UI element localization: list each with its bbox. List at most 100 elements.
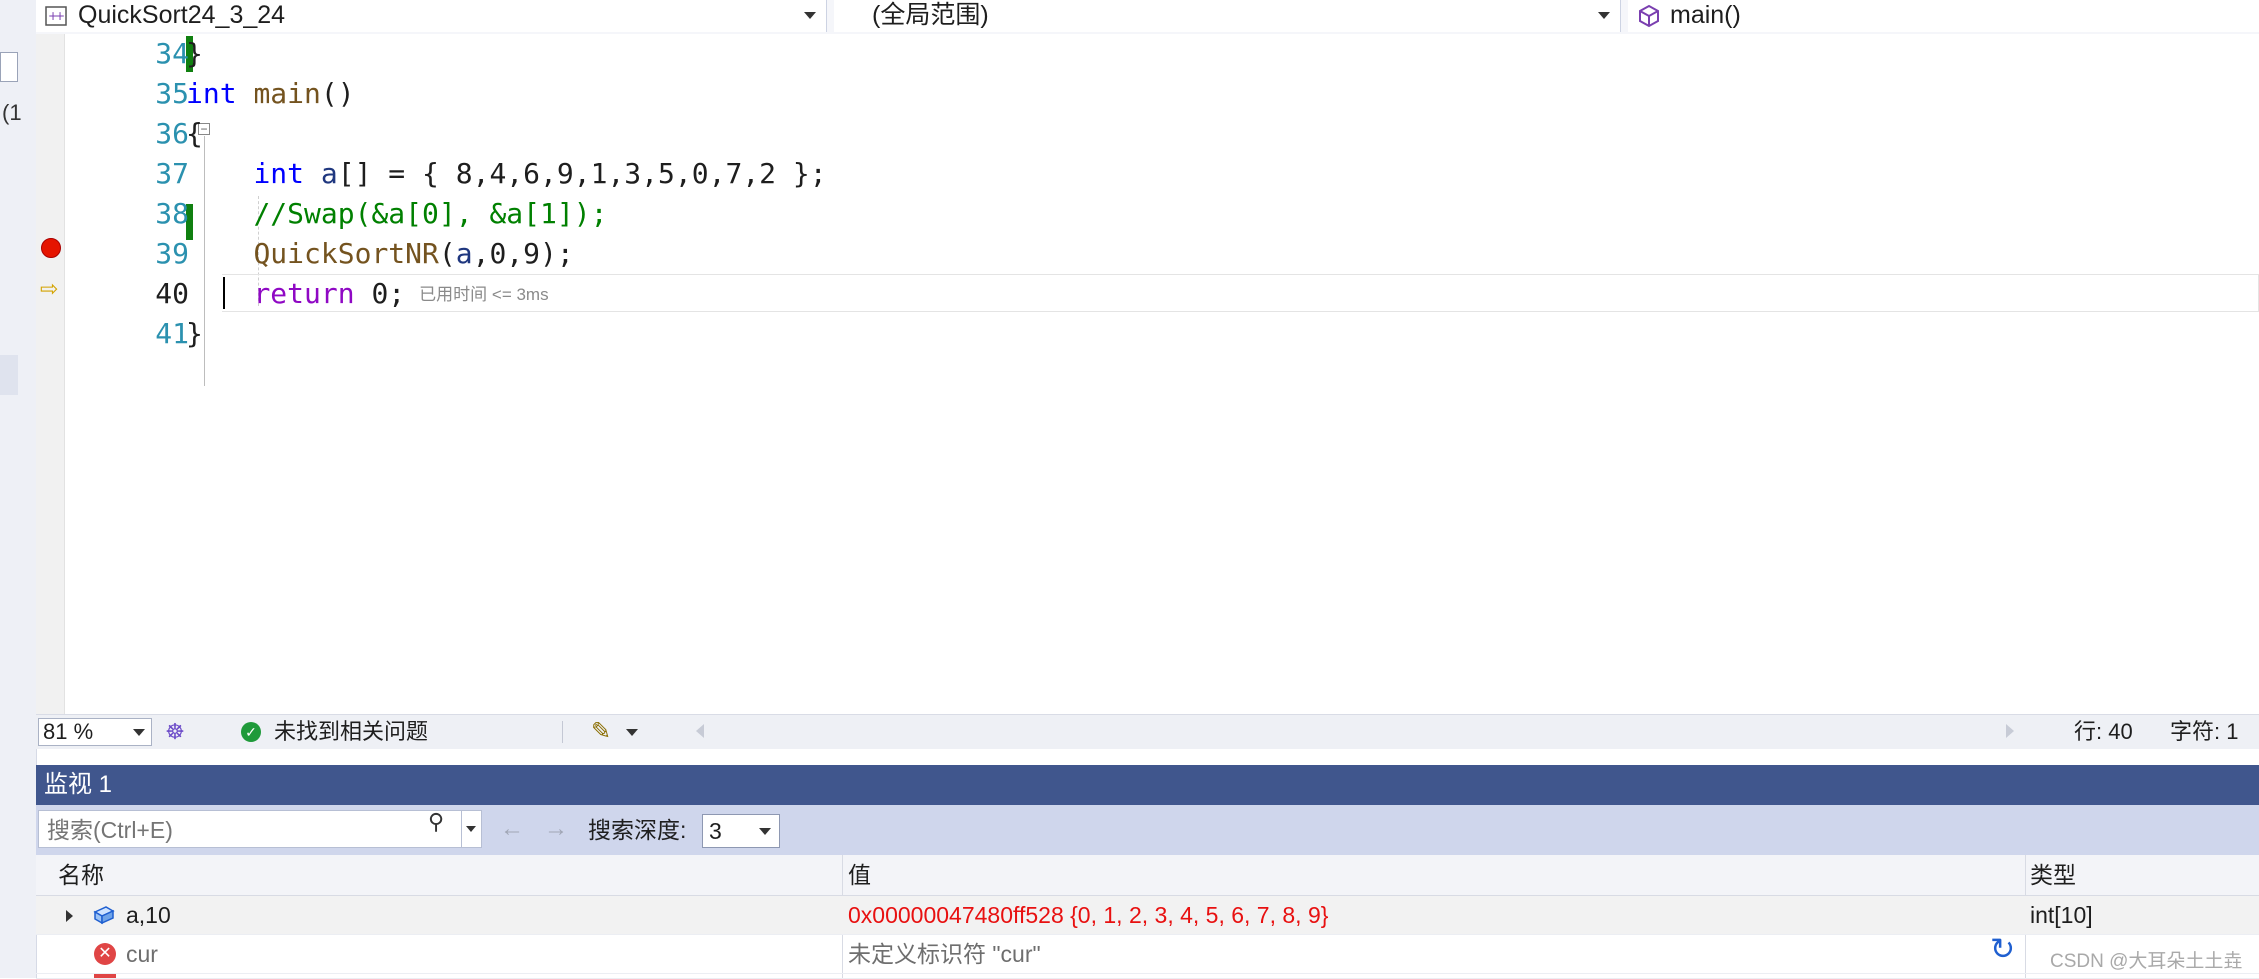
- code-token: [] = { 8,4,6,9,1,3,5,0,7,2 };: [337, 157, 827, 190]
- code-line[interactable]: 40 return 0; 已用时间 <= 3ms: [64, 274, 2259, 314]
- code-token: QuickSortNR: [253, 237, 439, 270]
- svg-text:+: +: [55, 9, 65, 23]
- code-line[interactable]: 34}: [64, 34, 2259, 74]
- watch-value[interactable]: 未定义标识符 "cur": [848, 935, 1041, 973]
- chevron-down-icon: [1598, 12, 1610, 19]
- code-token: int: [186, 77, 237, 110]
- code-text[interactable]: QuickSortNR(a,0,9);: [186, 234, 574, 274]
- code-line[interactable]: 37 int a[] = { 8,4,6,9,1,3,5,0,7,2 };: [64, 154, 2259, 194]
- line-number: 38: [155, 197, 189, 230]
- navigation-bar: + + QuickSort24_3_24 (全局范围) main(): [36, 0, 2259, 35]
- project-name: QuickSort24_3_24: [78, 1, 286, 29]
- variable-field-icon: [93, 906, 115, 925]
- scope-dropdown[interactable]: (全局范围): [834, 0, 1621, 32]
- code-token: }: [186, 37, 203, 70]
- code-token: a: [455, 237, 473, 270]
- code-line[interactable]: 36{: [64, 114, 2259, 154]
- zoom-dropdown[interactable]: 81 %: [38, 718, 152, 746]
- code-line[interactable]: 41}: [64, 314, 2259, 354]
- line-number: 40: [155, 277, 189, 310]
- issues-status[interactable]: 未找到相关问题: [274, 715, 428, 749]
- watch-search-input[interactable]: [45, 813, 389, 847]
- watch-row[interactable]: a,10 0x00000047480ff528 {0, 1, 2, 3, 4, …: [36, 896, 2259, 935]
- code-token: }: [186, 317, 203, 350]
- column-header-value[interactable]: 值: [848, 855, 871, 895]
- chevron-down-icon: [759, 828, 771, 835]
- chevron-down-icon: [804, 12, 816, 19]
- breakpoint-icon[interactable]: [41, 238, 61, 258]
- execution-pointer-icon: ⇨: [40, 276, 59, 301]
- search-depth-value: 3: [709, 818, 722, 844]
- watch-value[interactable]: 0x00000047480ff528 {0, 1, 2, 3, 4, 5, 6,…: [848, 896, 1328, 934]
- expand-arrow-icon[interactable]: [66, 910, 73, 922]
- code-token: {: [186, 117, 203, 150]
- divider: [562, 721, 563, 743]
- scroll-right-arrow-icon[interactable]: [2006, 724, 2014, 738]
- chevron-down-icon[interactable]: [626, 729, 638, 736]
- code-line[interactable]: 35 int main(): [64, 74, 2259, 114]
- search-depth-dropdown[interactable]: 3: [702, 814, 780, 848]
- chevron-down-icon: [133, 729, 145, 736]
- editor-status-bar: 81 % ☸ ✓ 未找到相关问题 ✎ 行: 40 字符: 1: [36, 714, 2259, 749]
- code-token: //Swap(&a[0], &a[1]);: [253, 197, 608, 230]
- code-token: (: [438, 237, 456, 270]
- code-line[interactable]: 39 QuickSortNR(a,0,9);: [64, 234, 2259, 274]
- code-token: a: [320, 157, 338, 190]
- code-line[interactable]: 38 //Swap(&a[0], &a[1]);: [64, 194, 2259, 234]
- code-text[interactable]: }: [186, 314, 203, 354]
- back-arrow-icon[interactable]: ←: [500, 815, 524, 843]
- error-icon: [94, 974, 116, 978]
- elapsed-time-hint: 已用时间 <= 3ms: [419, 285, 549, 304]
- watch-row[interactable]: ✕ cur 未定义标识符 "cur": [36, 935, 2259, 974]
- project-icon: + +: [45, 6, 67, 26]
- left-panel-strip: (1: [0, 0, 37, 978]
- left-panel-dropdown[interactable]: [0, 52, 18, 82]
- refresh-icon[interactable]: ↻: [1990, 935, 2015, 965]
- watch-name[interactable]: a,10: [126, 896, 171, 934]
- code-token: 0;: [354, 277, 406, 310]
- copilot-icon[interactable]: ☸: [162, 719, 188, 745]
- column-header-name[interactable]: 名称: [58, 855, 104, 895]
- code-cleanup-brush-icon[interactable]: ✎: [591, 717, 611, 747]
- function-dropdown[interactable]: main(): [1628, 0, 2259, 32]
- left-panel-selected-item[interactable]: [0, 355, 18, 395]
- column-header-type[interactable]: 类型: [2030, 855, 2076, 895]
- watch-search-box[interactable]: [38, 810, 462, 848]
- code-editor[interactable]: ⇨ − 34} 35 int main() 36{37 int a[] = { 8,4…: [36, 34, 2259, 714]
- watermark: CSDN @大耳朵土土垚: [2050, 951, 2243, 972]
- forward-arrow-icon[interactable]: →: [544, 815, 568, 843]
- scroll-left-arrow-icon[interactable]: [696, 724, 704, 738]
- chevron-down-icon: [466, 826, 476, 832]
- watch-name[interactable]: cur: [126, 935, 158, 973]
- search-icon[interactable]: ⚲: [428, 811, 450, 833]
- code-token: main: [253, 77, 321, 110]
- watch-panel-title: 监视 1: [44, 771, 113, 798]
- watch-row[interactable]: [36, 974, 2259, 979]
- code-text[interactable]: }: [186, 34, 203, 74]
- code-text[interactable]: {: [186, 114, 203, 154]
- code-text[interactable]: int main(): [186, 74, 355, 114]
- search-depth-label: 搜索深度:: [588, 817, 687, 843]
- watch-table-header: 名称 值 类型: [36, 855, 2259, 896]
- search-options-dropdown[interactable]: [462, 810, 482, 848]
- left-panel-fragment: (1: [2, 100, 22, 125]
- line-number: 36: [155, 117, 189, 150]
- code-text[interactable]: return 0; 已用时间 <= 3ms: [186, 274, 549, 315]
- function-name: main(): [1670, 1, 1741, 29]
- line-number: 34: [155, 37, 189, 70]
- code-text[interactable]: //Swap(&a[0], &a[1]);: [186, 194, 607, 234]
- code-token: ,0,9);: [472, 237, 574, 270]
- glyph-margin[interactable]: [36, 34, 65, 714]
- cube-method-icon: [1639, 4, 1659, 28]
- cursor-char-position: 字符: 1: [2170, 719, 2239, 744]
- cursor-line-position: 行: 40: [2074, 719, 2133, 744]
- code-token: return: [253, 277, 355, 310]
- watch-panel-title-bar[interactable]: 监视 1: [36, 765, 2259, 805]
- code-text[interactable]: int a[] = { 8,4,6,9,1,3,5,0,7,2 };: [186, 154, 827, 194]
- project-dropdown[interactable]: + + QuickSort24_3_24: [36, 0, 827, 32]
